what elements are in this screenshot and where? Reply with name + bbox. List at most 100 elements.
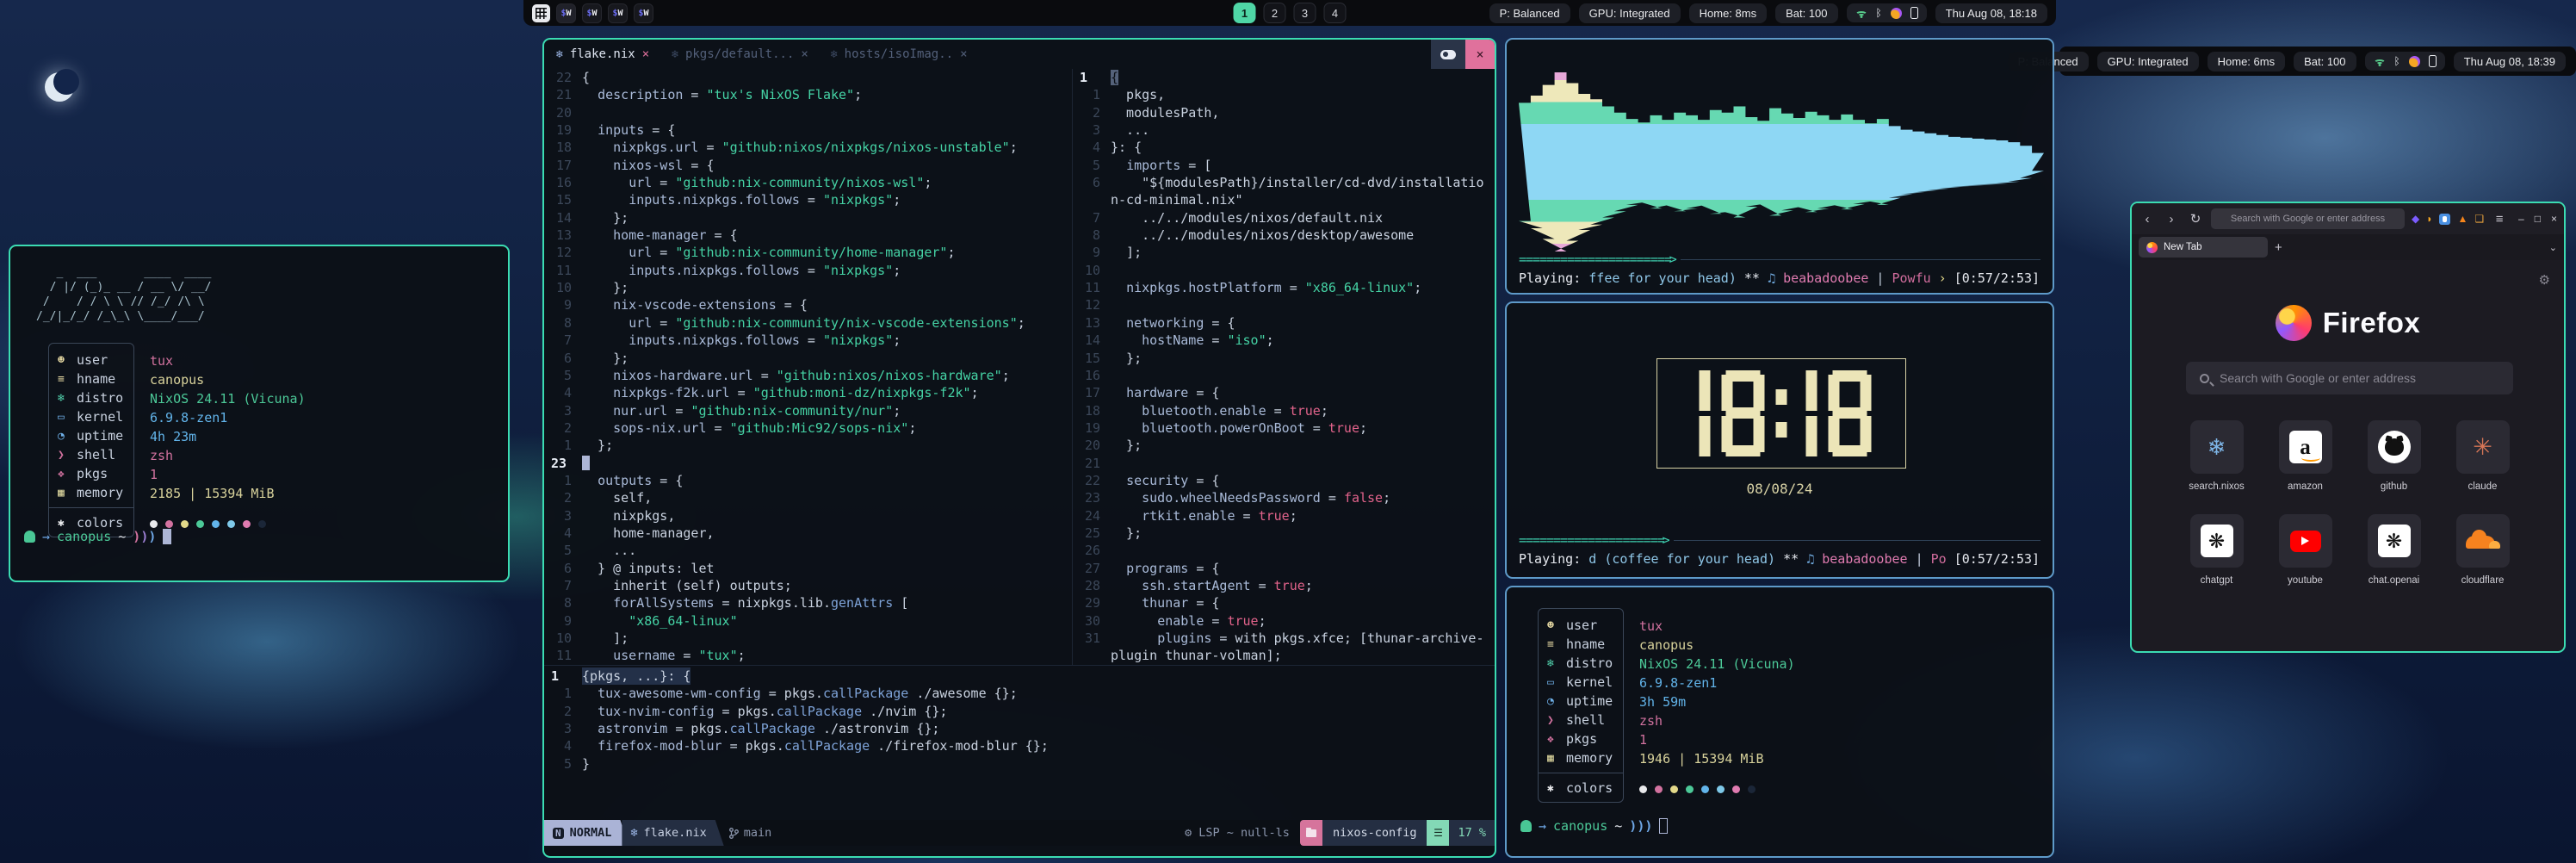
tag-icon[interactable]: $W [556,3,576,23]
terminal-clock[interactable]: 08/08/24 =====================> Playing:… [1505,301,2054,579]
workspace-4[interactable]: 4 [1324,3,1347,23]
terminal-fastfetch-right[interactable]: ☻user≡hname❄distro▭kernel◔uptime❯shell❖p… [1505,586,2054,858]
editor-tab-pkgs-default-[interactable]: ❄pkgs/default...× [672,47,808,61]
speed-dial-search-nixos[interactable]: ❄search.nixos [2182,420,2251,492]
fetch-value: NixOS 24.11 (Vicuna) [1639,655,1795,674]
nix-file-icon: ❄ [630,826,637,840]
extension-icon-2[interactable]: ◗ [2426,213,2432,225]
amazon-icon[interactable]: a [2279,420,2332,474]
code-line: 21 description = "tux's NixOS Flake"; [544,86,1072,103]
extension-icon-5[interactable]: ❏ [2474,213,2484,225]
wifi-icon[interactable] [1855,9,1867,18]
speed-dial-cloudflare[interactable]: cloudflare [2448,514,2517,586]
terminal-cursor [163,529,171,544]
code-line: 9 ]; [1073,244,1495,261]
workspace-1[interactable]: 1 [1234,3,1256,23]
editor-tab-hosts-isoImag-[interactable]: ❄hosts/isoImag..× [831,47,968,61]
tray-icons[interactable]: ᛒ [1847,3,1927,22]
claude-icon[interactable]: ✳ [2456,420,2510,474]
branch-label: main [744,826,772,840]
cloudflare-icon[interactable] [2456,514,2510,568]
bluetooth-icon[interactable]: ᛒ [2394,56,2400,66]
newtab-search[interactable]: Search with Google or enter address [2186,362,2513,394]
new-tab-button[interactable]: + [2275,240,2282,255]
code-line: 5 ... [544,542,1072,559]
close-button[interactable]: × [2551,213,2557,225]
speed-dial-claude[interactable]: ✳claude [2448,420,2517,492]
code-line: 3 nur.url = "github:nix-community/nur"; [544,402,1072,419]
close-buffer-button[interactable]: × [1465,40,1495,69]
pane-pkgs-default[interactable]: 1{pkgs, ...}: {1 tux-awesome-wm-config =… [544,665,1495,822]
nix-file-icon: ❄ [672,48,678,61]
pane-flake-nix[interactable]: 22{21 description = "tux's NixOS Flake";… [544,69,1072,665]
fetch-key-row: ❄distro [49,388,133,407]
metamask-icon[interactable]: ▲ [2457,213,2468,225]
firefox-navbar: ‹ › ↻ Search with Google or enter addres… [2132,203,2564,234]
prompt-chevrons: ))) [133,529,156,544]
editor-tab-flake-nix[interactable]: ❄flake.nix× [556,47,649,61]
url-bar[interactable]: Search with Google or enter address [2211,208,2405,229]
tag-icon[interactable]: $W [582,3,602,23]
forward-button[interactable]: › [2163,212,2180,227]
neovim-window[interactable]: ❄flake.nix× ❄pkgs/default...× ❄hosts/isoIm… [542,38,1496,858]
media-icon[interactable] [2409,56,2420,67]
openai-icon[interactable]: ❋ [2368,514,2421,568]
github-icon[interactable] [2368,420,2421,474]
pane-iso-config[interactable]: 1{1 pkgs,2 modulesPath,3 ...4}: {5 impor… [1072,69,1495,665]
close-tab-icon[interactable]: × [960,47,967,61]
firefox-window[interactable]: ‹ › ↻ Search with Google or enter addres… [2130,202,2566,653]
reload-button[interactable]: ↻ [2187,211,2204,227]
close-tab-icon[interactable]: × [801,47,808,61]
nix-file-icon: ❄ [831,48,838,61]
clock-pill[interactable]: Thu Aug 08, 18:18 [1935,3,2047,23]
tag-icon[interactable]: $W [608,3,628,23]
media-icon[interactable] [1891,8,1902,19]
workspace-3[interactable]: 3 [1294,3,1316,23]
shell-prompt[interactable]: → canopus ~ ))) [24,529,171,544]
back-button[interactable]: ‹ [2139,212,2156,227]
extension-icon-1[interactable]: ◆ [2412,213,2419,225]
terminal-fastfetch-left[interactable]: _ ___ ____ ____ / |/ (_)_ __ / __ \/ __/… [9,245,510,582]
tabs: ❄flake.nix× ❄pkgs/default...× ❄hosts/isoIm… [556,47,990,61]
close-tab-icon[interactable]: × [642,47,649,61]
status-pills-2: P: BalancedGPU: IntegratedHome: 6msBat: … [2008,52,2356,71]
firefox-wordmark: Firefox [2323,307,2421,339]
phone-icon[interactable] [2429,55,2437,67]
youtube-icon[interactable] [2279,514,2332,568]
minimize-button[interactable]: – [2518,213,2524,225]
workspace-2[interactable]: 2 [1264,3,1286,23]
bluetooth-icon[interactable]: ᛒ [1876,8,1882,18]
chatgpt-icon[interactable]: ❋ [2190,514,2244,568]
fetch-key-row: ❄distro [1539,654,1623,673]
clock-pill-2[interactable]: Thu Aug 08, 18:39 [2454,52,2566,71]
status-pill: GPU: Integrated [1579,3,1681,23]
fetch-value: 1 [1639,730,1795,749]
terminal-cava[interactable]: ======================> Playing: ffee fo… [1505,38,2054,295]
speed-dial-chat-openai[interactable]: ❋chat.openai [2359,514,2429,586]
maximize-button[interactable]: □ [2535,213,2541,225]
wifi-icon[interactable] [2374,57,2386,66]
speed-dial-amazon[interactable]: aamazon [2270,420,2340,492]
prompt-chevrons: ))) [1629,818,1652,834]
gear-icon[interactable]: ⚙ [2539,272,2550,288]
phone-icon[interactable] [1910,7,1918,19]
nixos-icon[interactable]: ❄ [2190,420,2244,474]
tray-icons-2[interactable]: ᛒ [2365,52,2445,71]
launcher-icon[interactable] [532,4,550,22]
prompt-user: canopus [57,529,111,544]
extension-icon-3[interactable] [2439,214,2450,225]
code-line: 8 forAllSystems = nixpkgs.lib.genAttrs [ [544,594,1072,612]
speed-dial-youtube[interactable]: youtube [2270,514,2340,586]
code-line: 24 rtkit.enable = true; [1073,507,1495,525]
fetch-key-row: ❯shell [1539,711,1623,730]
tab-new-tab[interactable]: New Tab [2139,237,2268,258]
speed-dial-chatgpt[interactable]: ❋chatgpt [2182,514,2251,586]
menu-button[interactable]: ≡ [2491,212,2508,227]
tab-list-button[interactable]: ⌄ [2549,242,2557,253]
tag-icon[interactable]: $W [634,3,653,23]
tab-label: New Tab [2164,242,2202,252]
toggle-button[interactable] [1431,40,1465,69]
speed-dial-github[interactable]: github [2359,420,2429,492]
shell-prompt-2[interactable]: → canopus ~ ))) [1520,818,1668,834]
code-line: 30 enable = true; [1073,612,1495,630]
